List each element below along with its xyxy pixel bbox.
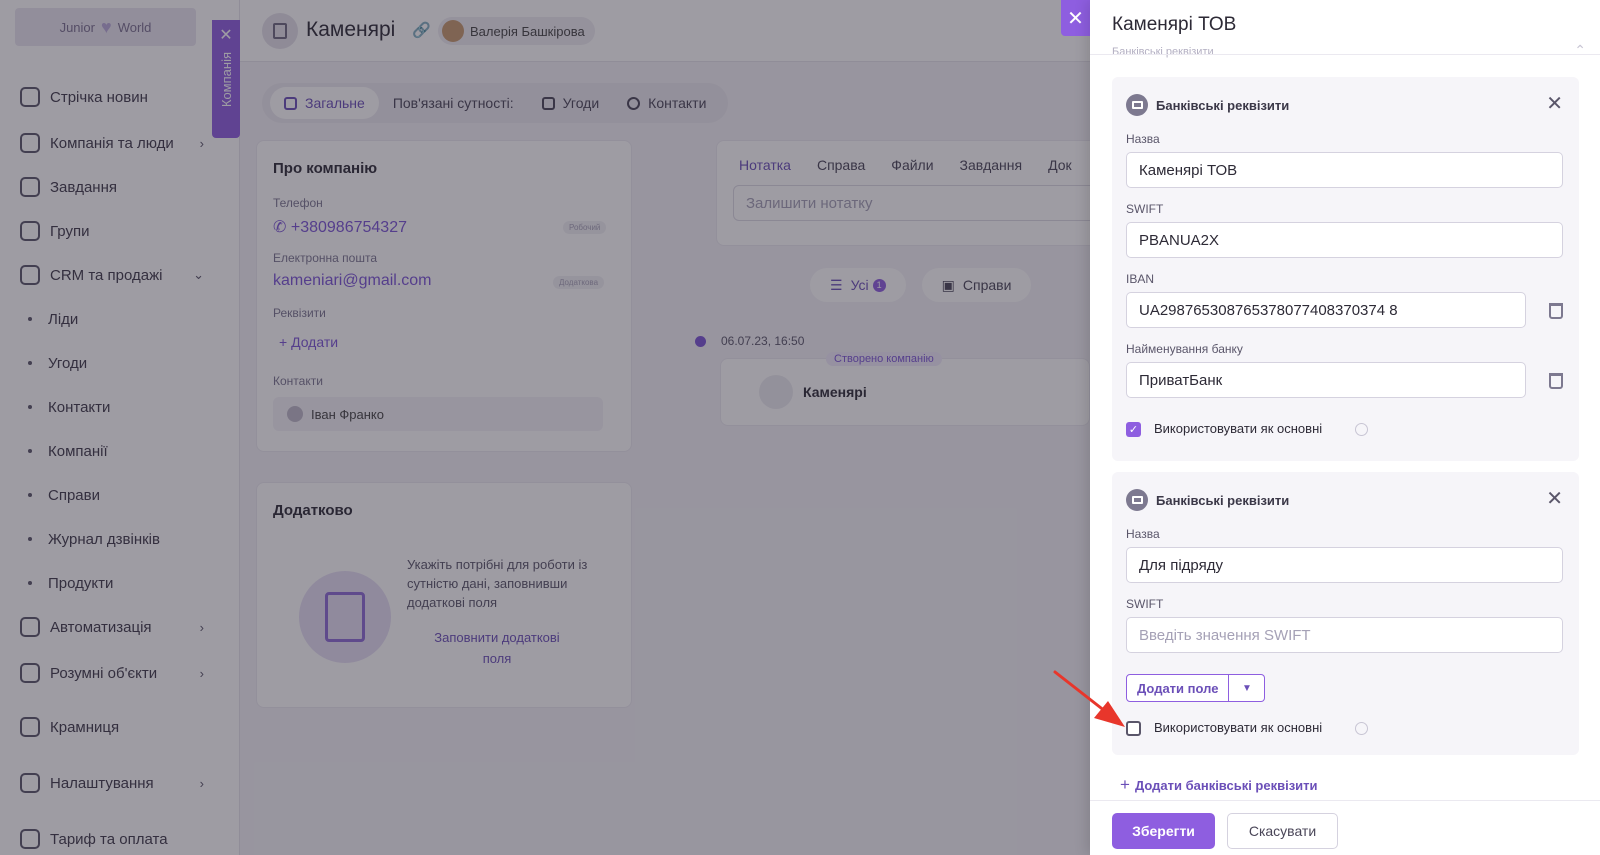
field-label: IBAN: [1126, 272, 1155, 286]
add-field-split-button: Додати поле ▼: [1126, 674, 1266, 702]
close-panel-button[interactable]: ✕: [1061, 0, 1090, 36]
plus-icon: +: [1120, 775, 1130, 794]
trash-icon[interactable]: [1549, 303, 1563, 319]
bank-card-icon: [1126, 489, 1148, 511]
primary-checkbox[interactable]: [1126, 721, 1141, 736]
chevron-down-icon[interactable]: ▼: [1229, 674, 1266, 702]
bank-card-icon: [1126, 94, 1148, 116]
info-icon[interactable]: [1355, 423, 1368, 436]
chevron-up-icon: ⌃: [1574, 42, 1586, 58]
field-label: Найменування банку: [1126, 342, 1243, 356]
iban-input[interactable]: UA298765308765378077408370374 8: [1126, 292, 1526, 328]
bank-name-input[interactable]: ПриватБанк: [1126, 362, 1526, 398]
add-bank-requisites-link[interactable]: + Додати банківські реквізити: [1120, 775, 1318, 795]
field-label: Назва: [1126, 527, 1160, 541]
panel-title: Каменярі ТОВ: [1112, 14, 1237, 35]
swift-input[interactable]: Введіть значення SWIFT: [1126, 617, 1563, 653]
divider: [1090, 54, 1600, 55]
field-label: SWIFT: [1126, 597, 1164, 611]
section-label: Банківські реквізити: [1112, 46, 1214, 58]
bank-requisites-block: Банківські реквізити ✕ Назва Каменярі ТО…: [1112, 77, 1579, 461]
primary-checkbox[interactable]: ✓: [1126, 422, 1141, 437]
name-input[interactable]: Для підряду: [1126, 547, 1563, 583]
block-title: Банківські реквізити: [1156, 493, 1290, 508]
field-label: SWIFT: [1126, 202, 1164, 216]
field-label: Назва: [1126, 132, 1160, 146]
block-title: Банківські реквізити: [1156, 98, 1290, 113]
modal-overlay[interactable]: [0, 0, 1090, 855]
cancel-button[interactable]: Скасувати: [1227, 813, 1338, 849]
primary-label: Використовувати як основні: [1154, 720, 1323, 735]
swift-input[interactable]: PBANUA2X: [1126, 222, 1563, 258]
add-field-button[interactable]: Додати поле: [1126, 674, 1230, 702]
remove-block-icon[interactable]: ✕: [1546, 91, 1563, 116]
add-requisites-label: Додати банківські реквізити: [1134, 778, 1318, 793]
bank-requisites-block: Банківські реквізити ✕ Назва Для підряду…: [1112, 472, 1579, 755]
trash-icon[interactable]: [1549, 373, 1563, 389]
requisites-panel: Каменярі ТОВ Банківські реквізити ⌃ Банк…: [1090, 0, 1600, 855]
primary-label: Використовувати як основні: [1154, 421, 1323, 436]
save-button[interactable]: Зберегти: [1112, 813, 1215, 849]
remove-block-icon[interactable]: ✕: [1546, 486, 1563, 511]
name-input[interactable]: Каменярі ТОВ: [1126, 152, 1563, 188]
info-icon[interactable]: [1355, 722, 1368, 735]
